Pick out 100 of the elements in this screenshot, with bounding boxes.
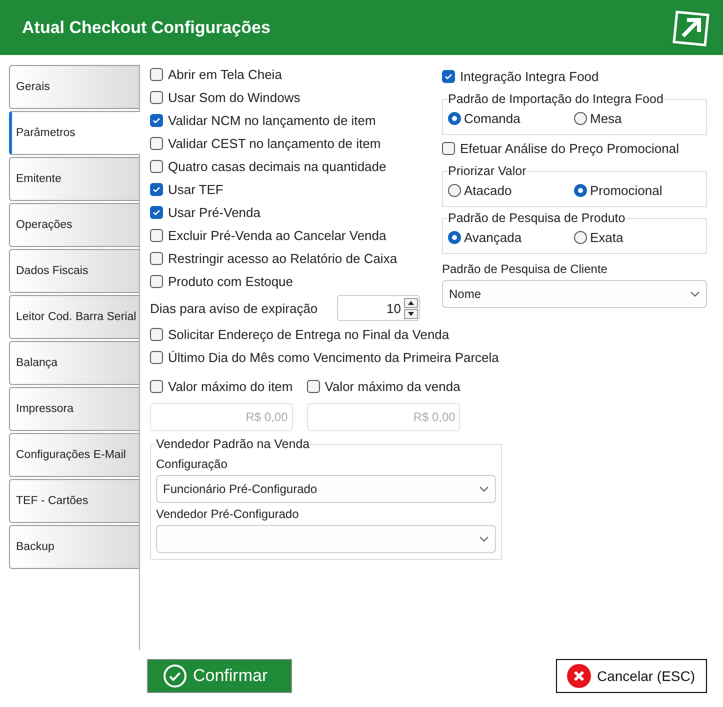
checkbox-label: Valor máximo do item [168,379,293,394]
spin-down-button[interactable] [404,308,418,318]
checkbox-option[interactable]: Valor máximo do item [150,375,293,398]
checkbox[interactable] [150,275,163,288]
checkbox-option[interactable]: Integração Integra Food [442,65,599,88]
confirm-button[interactable]: Confirmar [147,659,292,693]
checkbox-label: Usar TEF [168,182,224,197]
sidebar-tab[interactable]: Configurações E-Mail [9,433,139,477]
field-label: Padrão de Pesquisa de Cliente [442,262,608,276]
checkbox-label: Abrir em Tela Cheia [168,67,282,82]
checkbox-label: Valor máximo da venda [324,379,460,394]
chevron-icon [479,536,489,542]
radio-button[interactable] [574,112,587,124]
checkbox[interactable] [150,160,163,173]
sidebar-tab[interactable]: Leitor Cod. Barra Serial [9,295,139,339]
radio-label: Avançada [464,230,522,244]
checkbox[interactable] [442,142,455,155]
checkbox-option[interactable]: Último Dia do Mês como Vencimento da Primeira Parcela [150,346,499,369]
checkbox-option[interactable]: Validar NCM no lançamento de item [150,109,376,132]
radio-option[interactable]: Comanda [448,108,574,128]
checkbox-label: Excluir Pré-Venda ao Cancelar Venda [168,228,386,243]
checkbox[interactable] [150,229,163,242]
sidebar-tab[interactable]: Impressora [9,387,139,431]
sidebar-tab[interactable]: Dados Fiscais [9,249,139,293]
checkbox-option[interactable]: Produto com Estoque [150,270,294,293]
checkbox[interactable] [150,351,163,364]
arrow-logo-icon [671,8,711,48]
checkbox-label: Usar Pré-Venda [168,205,260,220]
radio-label: Atacado [464,182,512,198]
checkbox-label: Quatro casas decimais na quantidade [168,159,386,174]
radio-label: Comanda [464,110,520,126]
radio-label: Exata [590,230,624,244]
radio-option[interactable]: Mesa [574,108,700,128]
checkbox[interactable] [150,183,163,196]
checkbox-label: Validar CEST no lançamento de item [168,136,381,151]
close-icon [567,664,591,688]
sidebar-tab[interactable]: Balança [9,341,139,385]
checkbox[interactable] [150,206,163,219]
group-title: Padrão de Pesquisa de Produto [448,211,626,225]
checkbox[interactable] [150,380,163,393]
field-label: Dias para aviso de expiração [150,300,318,316]
checkbox-option[interactable]: Validar CEST no lançamento de item [150,132,381,155]
radio-button[interactable] [448,112,461,124]
check-icon [444,72,453,81]
sidebar-tab[interactable]: TEF - Cartões [9,479,139,523]
sidebar-tab[interactable]: Backup [9,525,139,569]
checkbox-option[interactable]: Abrir em Tela Cheia [150,63,282,86]
checkbox-option[interactable]: Restringir acesso ao Relatório de Caixa [150,247,398,270]
radio-label: Mesa [590,110,622,126]
checkbox[interactable] [306,380,320,393]
radio-button[interactable] [574,230,587,244]
group-title: Vendedor Padrão na Venda [156,437,310,451]
checkbox-option[interactable]: Valor máximo da venda [306,375,460,398]
number-spinner[interactable]: 10 [337,295,420,321]
field-label: Vendedor Pré-Configurado [156,507,300,521]
checkbox-label: Integração Integra Food [460,69,599,84]
dropdown[interactable]: Nome [442,280,707,308]
radio-option[interactable]: Avançada [448,227,574,247]
checkbox-option[interactable]: Excluir Pré-Venda ao Cancelar Venda [150,224,386,247]
checkbox-label: Solicitar Endereço de Entrega no Final da Venda [168,327,450,342]
sidebar-tab[interactable]: Gerais [9,65,139,109]
group-title: Priorizar Valor [448,164,526,178]
radio-option[interactable]: Promocional [574,180,700,200]
window-title: Atual Checkout Configurações [22,18,270,38]
checkbox[interactable] [150,328,163,341]
checkbox-label: Usar Som do Windows [168,90,300,105]
check-circle-icon [163,664,187,688]
checkbox[interactable] [150,91,163,104]
group-title: Padrão de Importação do Integra Food [448,92,664,106]
check-icon [152,208,161,217]
down-arrow-icon [408,312,414,316]
chevron-icon [690,291,700,297]
radio-button[interactable] [448,184,461,196]
checkbox[interactable] [150,68,163,81]
dropdown[interactable]: Funcionário Pré-Configurado [156,475,496,503]
checkbox-label: Produto com Estoque [168,274,294,289]
checkbox-option[interactable]: Usar Pré-Venda [150,201,260,224]
spin-up-button[interactable] [404,298,418,308]
radio-option[interactable]: Exata [574,227,700,247]
checkbox-option[interactable]: Efetuar Análise do Preço Promocional [442,137,679,160]
checkbox-option[interactable]: Quatro casas decimais na quantidade [150,155,386,178]
sidebar-tab[interactable]: Emitente [9,157,139,201]
up-arrow-icon [408,300,414,304]
checkbox-label: Restringir acesso ao Relatório de Caixa [168,251,398,266]
checkbox-option[interactable]: Usar TEF [150,178,224,201]
checkbox[interactable] [150,137,163,150]
checkbox-label: Último Dia do Mês como Vencimento da Primeira Parcela [168,350,499,365]
checkbox[interactable] [150,252,163,265]
radio-button[interactable] [448,230,461,244]
checkbox-option[interactable]: Solicitar Endereço de Entrega no Final da Venda [150,323,450,346]
field-label: Configuração [156,457,228,471]
checkbox[interactable] [150,114,163,127]
sidebar-tab[interactable]: Operações [9,203,139,247]
radio-option[interactable]: Atacado [448,180,574,200]
checkbox[interactable] [442,70,455,83]
checkbox-option[interactable]: Usar Som do Windows [150,86,300,109]
radio-button[interactable] [574,184,587,196]
sidebar-tab[interactable]: Parâmetros [9,111,140,155]
cancel-button[interactable]: Cancelar (ESC) [556,659,707,693]
checkbox-label: Validar NCM no lançamento de item [168,113,376,128]
